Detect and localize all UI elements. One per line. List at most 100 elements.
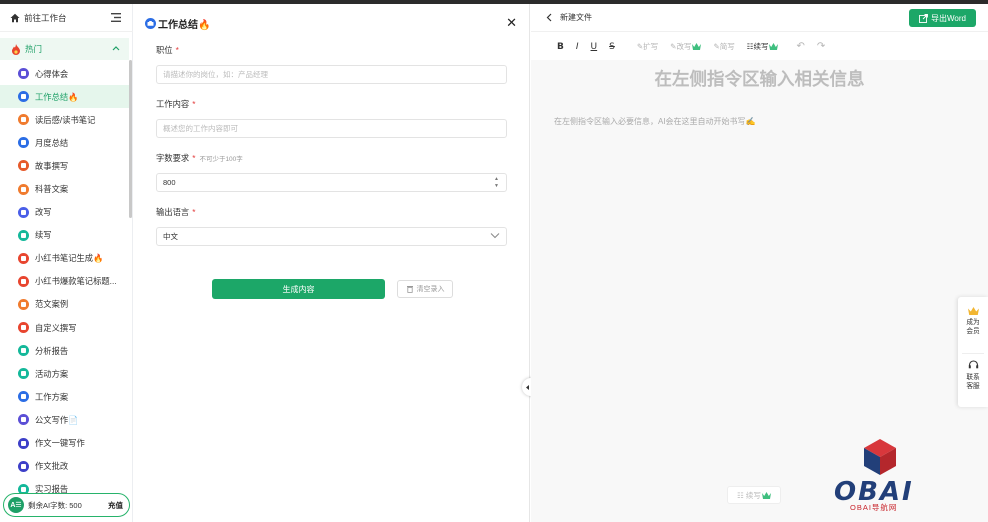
sidebar-item[interactable]: 作文一键写作: [0, 432, 129, 455]
rewrite-button[interactable]: ✎ 改写: [670, 41, 702, 52]
sidebar-item-label: 科普文案: [35, 184, 69, 195]
sidebar-item-label: 心得体会: [35, 68, 69, 79]
xiaohongshu-icon: [18, 275, 29, 287]
stepper-up-icon: ▲: [494, 176, 499, 182]
bold-button[interactable]: B: [557, 42, 564, 52]
content-label: 工作内容 *: [156, 99, 196, 109]
go-workspace-label: 前往工作台: [24, 12, 67, 23]
floating-continue-button[interactable]: ☷ 续写: [727, 486, 781, 504]
ai-word-balance: A☰ 剩余AI字数: 500 充值: [3, 493, 130, 517]
continue-write-button[interactable]: ☷ 续写: [747, 41, 779, 52]
form-title-text: 工作总结🔥: [158, 20, 211, 31]
undo-icon[interactable]: ↶: [796, 41, 804, 52]
sidebar-item-label: 工作总结🔥: [35, 91, 79, 102]
language-label: 输出语言 *: [156, 207, 196, 217]
sidebar-item[interactable]: 小红书爆款笔记标题...: [0, 270, 129, 293]
content-input[interactable]: 概述您的工作内容即可: [156, 119, 507, 138]
ai-badge-icon: A☰: [8, 497, 24, 513]
strike-button[interactable]: S: [609, 42, 615, 52]
position-input[interactable]: 请描述你的岗位，如：产品经理: [156, 65, 507, 84]
sidebar-item[interactable]: 科普文案: [0, 177, 129, 200]
sidebar-scrollbar[interactable]: [129, 60, 132, 218]
sidebar-item[interactable]: 范文案例: [0, 293, 129, 316]
export-word-button[interactable]: 导出Word: [909, 9, 976, 27]
pen-icon: [18, 229, 29, 241]
briefcase-icon: [145, 18, 156, 29]
stepper-arrows[interactable]: ▲ ▼: [494, 176, 503, 189]
sidebar-item[interactable]: 读后感/读书笔记: [0, 108, 129, 131]
sidebar-item[interactable]: 小红书笔记生成🔥: [0, 247, 129, 270]
sidebar-item[interactable]: 自定义撰写: [0, 316, 129, 339]
sidebar-item-label: 作文批改: [35, 461, 69, 472]
redo-icon[interactable]: ↷: [817, 41, 825, 52]
sidebar-item[interactable]: 故事撰写: [0, 154, 129, 177]
sidebar: 前往工作台 热门 心得体会工作总结🔥 读后感/读书笔记 月度总结 故事撰写科普文案改写…: [0, 4, 133, 522]
close-icon[interactable]: ✕: [506, 15, 517, 31]
language-select[interactable]: 中文: [156, 227, 507, 246]
sidebar-item[interactable]: 工作总结🔥: [0, 85, 129, 109]
book-icon: [18, 114, 29, 126]
floating-side-panel: 成为 会员 联系 客服: [958, 297, 988, 407]
graduation-icon: [18, 460, 29, 472]
headset-icon: [968, 360, 978, 369]
edit-icon: [18, 206, 29, 218]
back-icon[interactable]: [546, 13, 552, 22]
go-workspace-link[interactable]: 前往工作台: [0, 4, 133, 32]
expand-button[interactable]: ✎ 扩写: [637, 41, 658, 52]
editor-placeholder-tip: 在左侧指令区输入必要信息，AI会在这里自动开始书写✍️: [554, 117, 756, 126]
sidebar-item-label: 小红书笔记生成🔥: [35, 253, 104, 264]
sidebar-item-label: 改写: [35, 207, 52, 218]
plan-icon: [18, 391, 29, 403]
clear-button[interactable]: 清空录入: [397, 280, 453, 298]
crown-icon: [769, 43, 779, 50]
instruction-form: 工作总结🔥 ✕ 职位 * 请描述你的岗位，如：产品经理 工作内容 * 概述您的工作内…: [134, 4, 530, 522]
custom-icon: [18, 322, 29, 334]
obai-logo: OBAI OBAI导航网: [832, 437, 932, 515]
recharge-button[interactable]: 充值: [108, 500, 123, 511]
sidebar-item[interactable]: 改写: [0, 201, 129, 224]
sidebar-item-label: 作文一键写作: [35, 438, 85, 449]
sidebar-item-label: 活动方案: [35, 368, 69, 379]
sidebar-item[interactable]: 续写: [0, 224, 129, 247]
stepper-down-icon: ▼: [494, 183, 499, 189]
position-label: 职位 *: [156, 45, 179, 55]
sidebar-item[interactable]: 工作方案: [0, 385, 129, 408]
sidebar-item[interactable]: 心得体会: [0, 62, 129, 85]
sidebar-item[interactable]: 公文写作📄: [0, 408, 129, 431]
chevron-up-icon: [112, 46, 120, 51]
sidebar-item[interactable]: 月度总结: [0, 131, 129, 154]
fire-icon: [12, 43, 20, 55]
sidebar-item-label: 小红书爆款笔记标题...: [35, 276, 117, 287]
sidebar-item-label: 自定义撰写: [35, 322, 77, 333]
story-icon: [18, 160, 29, 172]
wordcount-stepper[interactable]: 800 ▲ ▼: [156, 173, 507, 192]
clear-label: 清空录入: [416, 286, 445, 293]
sidebar-item[interactable]: 活动方案: [0, 362, 129, 385]
editor-placeholder-heading: 在左侧指令区输入相关信息: [654, 69, 865, 89]
sidebar-item[interactable]: 作文批改: [0, 455, 129, 478]
briefcase-icon: [18, 91, 29, 103]
become-member-button[interactable]: 成为 会员: [958, 307, 988, 336]
collapse-menu-icon[interactable]: [111, 13, 121, 22]
contact-support-button[interactable]: 联系 客服: [958, 360, 988, 391]
italic-button[interactable]: I: [576, 42, 579, 52]
category-hot[interactable]: 热门: [0, 38, 129, 60]
calendar-icon: [18, 137, 29, 149]
event-icon: [18, 368, 29, 380]
generate-button[interactable]: 生成内容: [212, 279, 385, 299]
file-name[interactable]: 新建文件: [560, 12, 592, 23]
sidebar-item-label: 分析报告: [35, 345, 69, 356]
wordcount-label: 字数要求 * 不可少于100字: [156, 153, 243, 163]
xiaohongshu-icon: [18, 252, 29, 264]
condense-button[interactable]: ✎ 简写: [713, 41, 734, 52]
divider: [962, 353, 984, 354]
sidebar-item[interactable]: 分析报告: [0, 339, 129, 362]
graduation-icon: [18, 437, 29, 449]
underline-button[interactable]: U: [591, 42, 598, 52]
category-label: 热门: [25, 44, 43, 54]
export-label: 导出Word: [931, 13, 966, 23]
document-icon: [18, 68, 29, 80]
sidebar-item-label: 公文写作📄: [35, 414, 79, 425]
chevron-down-icon: [490, 233, 500, 239]
crown-icon: [761, 491, 771, 499]
